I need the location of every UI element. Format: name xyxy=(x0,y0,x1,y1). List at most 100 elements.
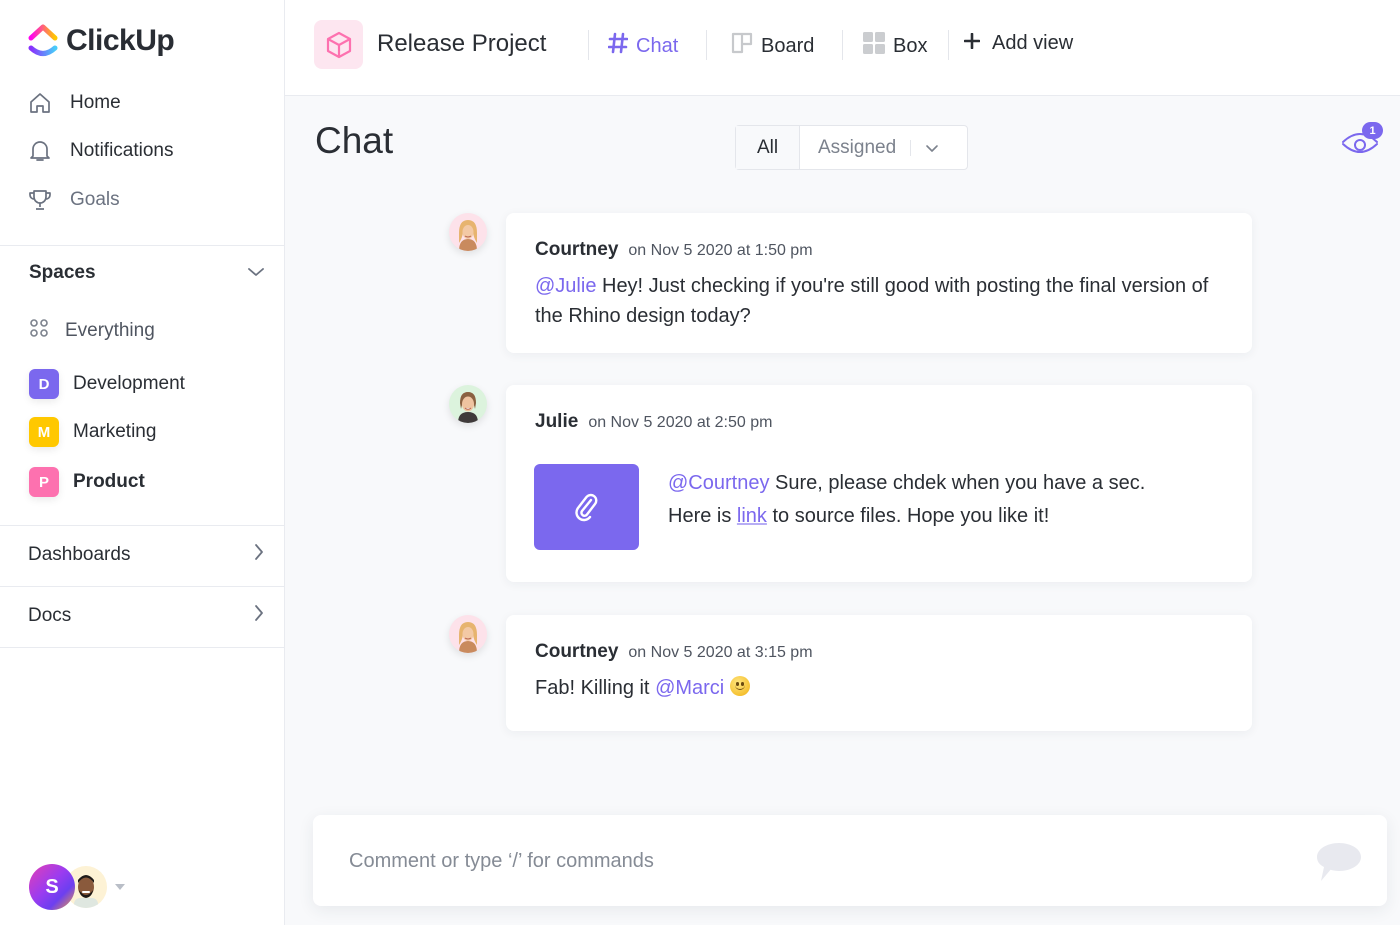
hash-icon xyxy=(607,32,629,60)
mention-link[interactable]: @Courtney xyxy=(668,472,769,494)
filter-all-button[interactable]: All xyxy=(736,126,800,169)
message-author[interactable]: Julie xyxy=(535,411,578,433)
chevron-right-icon xyxy=(253,543,265,567)
space-badge: D xyxy=(29,369,59,399)
attachment-thumbnail[interactable] xyxy=(534,464,639,550)
message-body: @Julie Hey! Just checking if you're stil… xyxy=(535,271,1215,331)
logo-text: ClickUp xyxy=(66,24,175,57)
message-line: @Courtney Sure, please chdek when you ha… xyxy=(668,467,1238,500)
avatar-julie[interactable] xyxy=(449,385,487,423)
filter-assigned-dropdown[interactable]: Assigned xyxy=(800,126,967,169)
sidebar-item-home[interactable]: Home xyxy=(28,91,121,115)
avatar-courtney[interactable] xyxy=(449,213,487,251)
project-icon xyxy=(314,20,363,69)
space-item-label: Everything xyxy=(65,320,155,341)
tab-separator xyxy=(948,30,949,60)
message-text: Sure, please chdek when you have a sec. xyxy=(769,472,1146,494)
space-item-label: Marketing xyxy=(73,421,157,442)
smiley-emoji-icon xyxy=(729,676,750,696)
filter-assigned-label: Assigned xyxy=(818,136,897,158)
sidebar-divider xyxy=(0,245,284,246)
tab-label: Chat xyxy=(636,34,679,57)
plus-icon xyxy=(963,32,981,55)
project-title: Release Project xyxy=(377,30,547,57)
sidebar-item-label: Home xyxy=(70,92,121,113)
emoji-smile xyxy=(734,685,745,690)
chevron-right-icon xyxy=(253,604,265,628)
space-item-development[interactable]: D Development xyxy=(29,369,185,399)
message-timestamp: on Nov 5 2020 at 1:50 pm xyxy=(628,242,813,259)
tab-label: Board xyxy=(761,34,815,57)
sidebar-item-goals[interactable]: Goals xyxy=(28,188,120,212)
space-item-marketing[interactable]: M Marketing xyxy=(29,417,156,447)
message-card: Courtney on Nov 5 2020 at 3:15 pm Fab! K… xyxy=(506,615,1252,731)
message-timestamp: on Nov 5 2020 at 3:15 pm xyxy=(628,644,813,661)
message-author[interactable]: Courtney xyxy=(535,641,618,663)
message-text: to source files. Hope you like it! xyxy=(766,505,1050,527)
sidebar-section-docs[interactable]: Docs xyxy=(28,604,265,628)
sidebar-item-notifications[interactable]: Notifications xyxy=(28,139,174,163)
spaces-title: Spaces xyxy=(29,262,96,283)
home-icon xyxy=(28,91,52,115)
sidebar-item-label: Goals xyxy=(70,189,120,210)
bell-icon xyxy=(28,139,52,163)
space-item-everything[interactable]: Everything xyxy=(29,318,155,344)
sidebar-section-dashboards[interactable]: Dashboards xyxy=(28,543,265,567)
top-bar: Release Project Chat Board Box Add view xyxy=(285,0,1400,96)
message-line: Here is link to source files. Hope you l… xyxy=(668,500,1238,533)
avatar-courtney[interactable] xyxy=(449,615,487,653)
send-comment-button[interactable] xyxy=(1315,841,1365,883)
comment-input[interactable] xyxy=(349,845,1249,877)
tab-separator xyxy=(842,30,843,60)
sidebar-item-label: Notifications xyxy=(70,140,174,161)
tab-board[interactable]: Board xyxy=(731,32,814,60)
source-files-link[interactable]: link xyxy=(737,505,767,527)
watchers-count-badge: 1 xyxy=(1362,122,1383,139)
message-card: Julie on Nov 5 2020 at 2:50 pm @Courtney… xyxy=(506,385,1252,582)
section-label: Docs xyxy=(28,605,72,626)
message-text: Fab! Killing it xyxy=(535,677,656,699)
mention-link[interactable]: @Julie xyxy=(535,275,596,297)
message-body: Fab! Killing it @Marci xyxy=(535,673,750,703)
speech-bubble-icon xyxy=(1317,843,1361,881)
message-card: Courtney on Nov 5 2020 at 1:50 pm @Julie… xyxy=(506,213,1252,353)
space-badge: P xyxy=(29,467,59,497)
user-menu[interactable]: S xyxy=(29,864,125,910)
everything-grid-icon xyxy=(29,318,49,344)
message-header: Courtney on Nov 5 2020 at 3:15 pm xyxy=(535,641,813,663)
mention-link[interactable]: @Marci xyxy=(655,677,724,699)
message-timestamp: on Nov 5 2020 at 2:50 pm xyxy=(588,414,773,431)
workspace-avatar[interactable]: S xyxy=(29,864,75,910)
page-title: Chat xyxy=(315,120,394,161)
space-badge: M xyxy=(29,417,59,447)
add-view-button[interactable]: Add view xyxy=(963,32,1073,55)
person-photo-icon xyxy=(459,622,477,653)
section-label: Dashboards xyxy=(28,544,131,565)
cube-icon xyxy=(326,31,351,58)
clickup-logo[interactable]: ClickUp xyxy=(28,24,175,58)
sidebar-divider xyxy=(0,647,284,648)
message-text: Hey! Just checking if you're still good … xyxy=(535,275,1209,327)
message-filter: All Assigned xyxy=(735,125,968,170)
comment-composer xyxy=(313,815,1387,906)
sidebar: ClickUp Home Notifications Goals Spaces … xyxy=(0,0,285,925)
chevron-down-icon xyxy=(925,143,939,153)
chevron-down-icon[interactable] xyxy=(247,262,265,284)
person-photo-icon xyxy=(458,392,478,423)
caret-down-icon[interactable] xyxy=(115,884,125,890)
paperclip-icon xyxy=(574,493,597,522)
space-item-label: Development xyxy=(73,373,185,394)
tab-separator xyxy=(588,30,589,60)
space-item-label: Product xyxy=(73,471,145,492)
tab-box[interactable]: Box xyxy=(863,32,927,60)
sidebar-divider xyxy=(0,525,284,526)
watchers-button[interactable]: 1 xyxy=(1340,120,1388,164)
message-author[interactable]: Courtney xyxy=(535,239,618,261)
sidebar-divider xyxy=(0,586,284,587)
tab-separator xyxy=(706,30,707,60)
spaces-header[interactable]: Spaces xyxy=(29,262,265,284)
message-body: @Courtney Sure, please chdek when you ha… xyxy=(668,467,1238,533)
person-photo-icon xyxy=(459,220,477,251)
space-item-product[interactable]: P Product xyxy=(29,467,145,497)
tab-chat[interactable]: Chat xyxy=(607,32,679,60)
